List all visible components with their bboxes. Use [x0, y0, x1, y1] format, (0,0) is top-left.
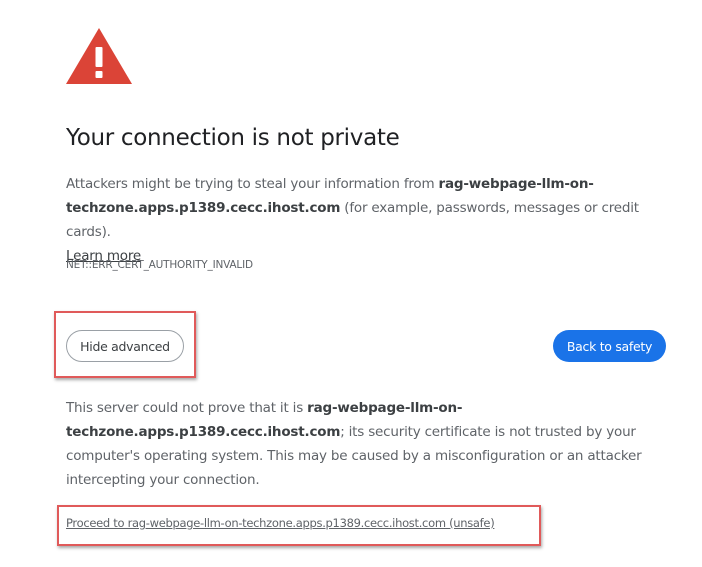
proceed-unsafe-link[interactable]: Proceed to rag-webpage-llm-on-techzone.a…: [66, 516, 495, 530]
page-title: Your connection is not private: [66, 125, 400, 151]
error-code: NET::ERR_CERT_AUTHORITY_INVALID: [66, 259, 253, 271]
intro-paragraph: Attackers might be trying to steal your …: [66, 172, 676, 268]
interstitial-page: Your connection is not private Attackers…: [0, 0, 702, 567]
intro-text-prefix: Attackers might be trying to steal your …: [66, 176, 439, 192]
details-paragraph: This server could not prove that it is r…: [66, 396, 666, 492]
hide-advanced-button[interactable]: Hide advanced: [66, 330, 184, 362]
details-text-prefix: This server could not prove that it is: [66, 400, 308, 416]
warning-triangle-icon: [66, 28, 132, 84]
back-to-safety-button[interactable]: Back to safety: [553, 330, 666, 362]
